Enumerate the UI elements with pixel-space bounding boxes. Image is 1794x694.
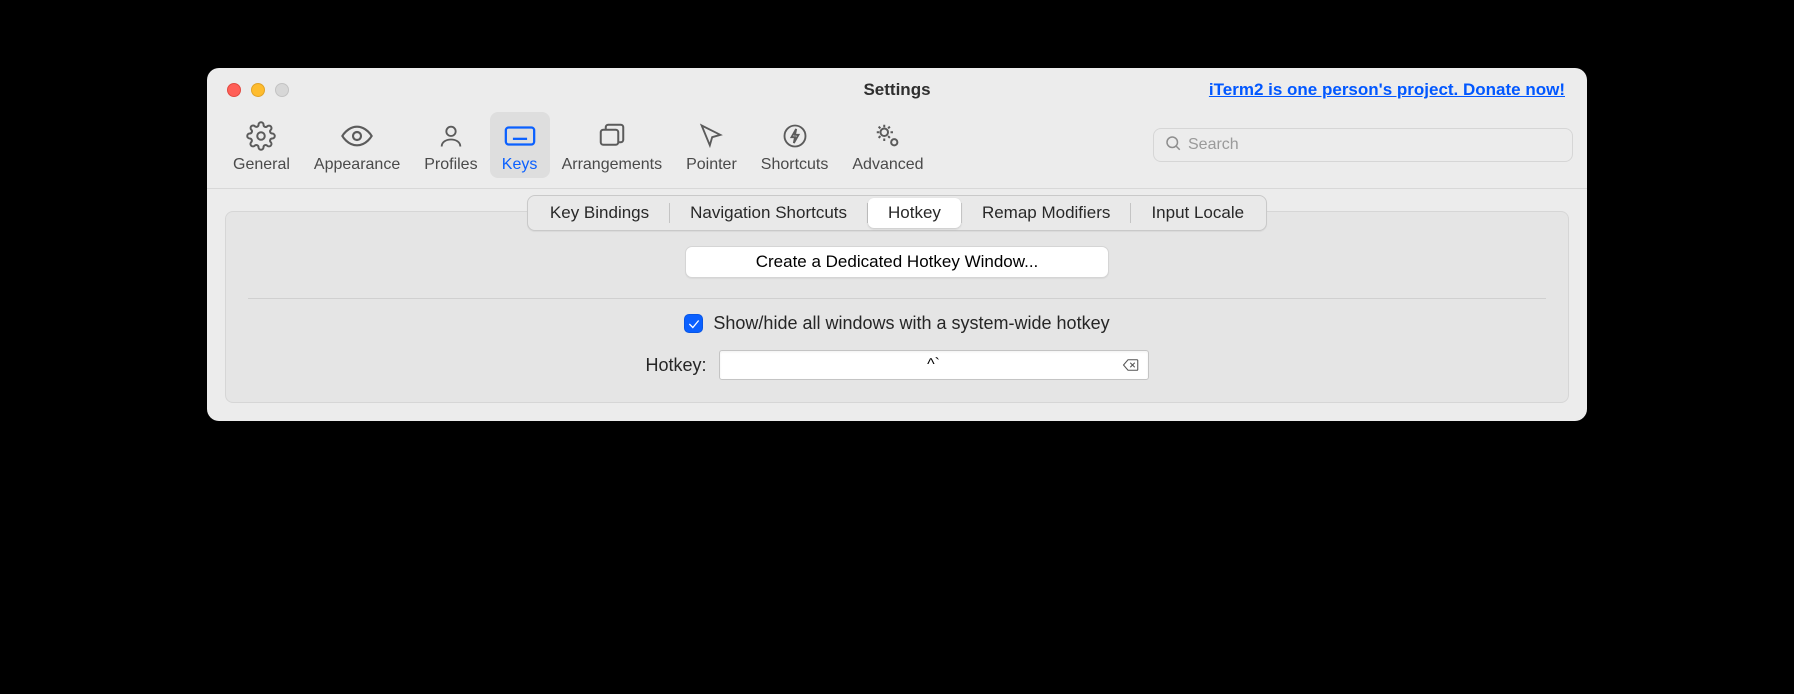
windows-icon <box>594 118 630 154</box>
donate-link[interactable]: iTerm2 is one person's project. Donate n… <box>1209 80 1565 100</box>
gear-icon <box>243 118 279 154</box>
clear-hotkey-icon[interactable] <box>1120 356 1142 374</box>
subtab-hotkey[interactable]: Hotkey <box>868 198 961 228</box>
subtab-remap-modifiers[interactable]: Remap Modifiers <box>962 198 1131 228</box>
toolbar-item-shortcuts[interactable]: Shortcuts <box>749 112 841 178</box>
subtab-segmented-control: Key Bindings Navigation Shortcuts Hotkey… <box>527 195 1267 231</box>
toolbar-item-general[interactable]: General <box>221 112 302 178</box>
panel-divider <box>248 298 1546 299</box>
toolbar-label: Keys <box>502 156 538 174</box>
close-window-button[interactable] <box>227 83 241 97</box>
toolbar-item-profiles[interactable]: Profiles <box>412 112 489 178</box>
subtab-input-locale[interactable]: Input Locale <box>1131 198 1264 228</box>
toolbar: General Appearance Profiles Keys <box>207 112 1587 188</box>
keyboard-icon <box>502 118 538 154</box>
search-input[interactable] <box>1188 136 1562 154</box>
settings-window: Settings iTerm2 is one person's project.… <box>207 68 1587 421</box>
eye-icon <box>339 118 375 154</box>
toolbar-items: General Appearance Profiles Keys <box>221 112 936 178</box>
show-hide-hotkey-checkbox[interactable] <box>684 314 703 333</box>
minimize-window-button[interactable] <box>251 83 265 97</box>
hotkey-value: ^` <box>927 356 940 374</box>
toolbar-item-advanced[interactable]: Advanced <box>840 112 935 178</box>
cursor-icon <box>693 118 729 154</box>
toolbar-label: Shortcuts <box>761 156 829 174</box>
subtab-key-bindings[interactable]: Key Bindings <box>530 198 669 228</box>
hotkey-field[interactable]: ^` <box>719 350 1149 380</box>
search-box[interactable] <box>1153 128 1573 162</box>
content: Key Bindings Navigation Shortcuts Hotkey… <box>207 189 1587 421</box>
zoom-window-button[interactable] <box>275 83 289 97</box>
show-hide-hotkey-label: Show/hide all windows with a system-wide… <box>713 313 1109 334</box>
toolbar-item-keys[interactable]: Keys <box>490 112 550 178</box>
create-hotkey-window-button[interactable]: Create a Dedicated Hotkey Window... <box>685 246 1110 278</box>
toolbar-label: General <box>233 156 290 174</box>
toolbar-label: Profiles <box>424 156 477 174</box>
person-icon <box>433 118 469 154</box>
hotkey-field-label: Hotkey: <box>645 355 706 376</box>
subtab-navigation-shortcuts[interactable]: Navigation Shortcuts <box>670 198 867 228</box>
toolbar-item-arrangements[interactable]: Arrangements <box>550 112 675 178</box>
search-icon <box>1164 134 1182 157</box>
hotkey-panel: Key Bindings Navigation Shortcuts Hotkey… <box>225 211 1569 403</box>
toolbar-label: Advanced <box>852 156 923 174</box>
toolbar-label: Pointer <box>686 156 737 174</box>
window-title: Settings <box>863 80 930 100</box>
gears-icon <box>870 118 906 154</box>
toolbar-label: Arrangements <box>562 156 663 174</box>
traffic-lights <box>227 83 289 97</box>
titlebar: Settings iTerm2 is one person's project.… <box>207 68 1587 112</box>
bolt-icon <box>777 118 813 154</box>
toolbar-label: Appearance <box>314 156 400 174</box>
toolbar-item-pointer[interactable]: Pointer <box>674 112 749 178</box>
toolbar-item-appearance[interactable]: Appearance <box>302 112 412 178</box>
